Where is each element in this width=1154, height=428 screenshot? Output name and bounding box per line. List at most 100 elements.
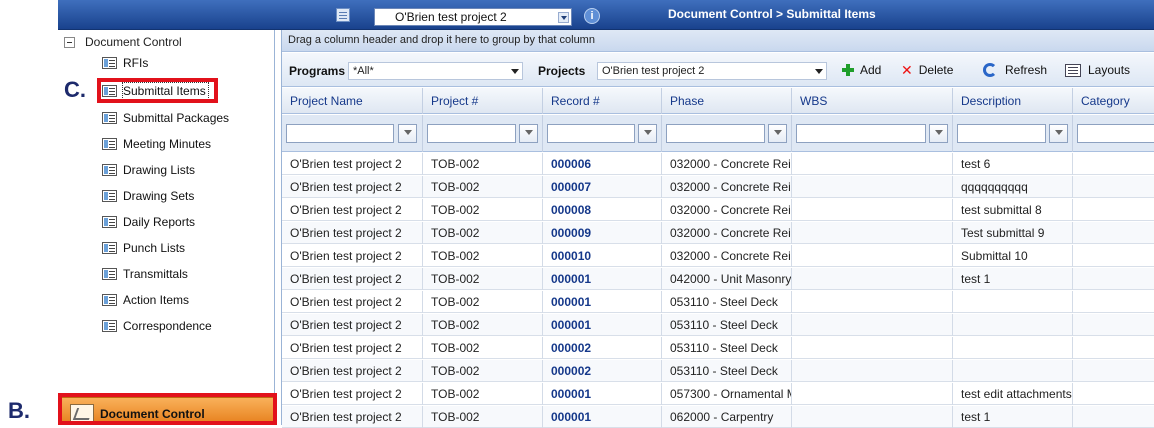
cell-wbs: [792, 245, 953, 267]
cell-project-number: TOB-002: [423, 199, 543, 221]
sidebar-item-submittal-packages[interactable]: Submittal Packages: [102, 109, 229, 127]
cell-project-name: O'Brien test project 2: [282, 268, 423, 290]
column-header-phase[interactable]: Phase: [662, 88, 792, 114]
cell-project-number: TOB-002: [423, 383, 543, 405]
cell-phase: 042000 - Unit Masonry: [662, 268, 792, 290]
cell-record-number[interactable]: 000009: [543, 222, 662, 244]
table-row[interactable]: O'Brien test project 2 TOB-002 000006 03200…: [282, 153, 1154, 175]
grid-icon[interactable]: [336, 8, 350, 22]
filter-icon[interactable]: [768, 124, 787, 143]
column-header-description[interactable]: Description: [953, 88, 1073, 114]
projects-label: Projects: [538, 64, 586, 78]
programs-select[interactable]: *All*: [348, 62, 523, 80]
filter-icon[interactable]: [519, 124, 538, 143]
refresh-button[interactable]: Refresh: [983, 63, 1047, 77]
filter-input[interactable]: [796, 124, 926, 143]
cell-project-name: O'Brien test project 2: [282, 245, 423, 267]
filter-input[interactable]: [957, 124, 1046, 143]
cell-project-number: TOB-002: [423, 337, 543, 359]
cell-project-number: TOB-002: [423, 222, 543, 244]
cell-phase: 032000 - Concrete Rei: [662, 153, 792, 175]
cell-wbs: [792, 314, 953, 336]
cell-record-number[interactable]: 000006: [543, 153, 662, 175]
table-row[interactable]: O'Brien test project 2 TOB-002 000002 05311…: [282, 337, 1154, 359]
filter-cell: [1073, 115, 1154, 152]
collapse-icon[interactable]: [64, 36, 75, 48]
chevron-down-icon[interactable]: [509, 65, 521, 77]
callout-b-label: B.: [8, 398, 30, 423]
filter-icon[interactable]: [929, 124, 948, 143]
filter-icon[interactable]: [398, 124, 417, 143]
tree-root[interactable]: Document Control: [64, 34, 182, 50]
column-header-wbs[interactable]: WBS: [792, 88, 953, 114]
cell-record-number[interactable]: 000001: [543, 314, 662, 336]
cell-wbs: [792, 337, 953, 359]
filter-icon[interactable]: [1049, 124, 1068, 143]
main-panel: Drag a column header and drop it here to…: [281, 30, 1154, 428]
filter-input[interactable]: [547, 124, 635, 143]
cell-record-number[interactable]: 000010: [543, 245, 662, 267]
sidebar-item-drawing-sets[interactable]: Drawing Sets: [102, 187, 194, 205]
filter-cell: [543, 115, 662, 152]
sidebar-item-punch-lists[interactable]: Punch Lists: [102, 239, 185, 257]
sidebar-item-transmittals[interactable]: Transmittals: [102, 265, 188, 283]
cell-record-number[interactable]: 000008: [543, 199, 662, 221]
cell-record-number[interactable]: 000002: [543, 360, 662, 382]
filter-input[interactable]: [427, 124, 516, 143]
cell-record-number[interactable]: 000007: [543, 176, 662, 198]
filter-icon[interactable]: [638, 124, 657, 143]
table-row[interactable]: O'Brien test project 2 TOB-002 000001 05311…: [282, 291, 1154, 313]
layouts-button[interactable]: Layouts: [1065, 63, 1130, 77]
cell-project-number: TOB-002: [423, 245, 543, 267]
sidebar-item-rfis[interactable]: RFIs: [102, 54, 148, 72]
cell-record-number[interactable]: 000002: [543, 337, 662, 359]
table-row[interactable]: O'Brien test project 2 TOB-002 000001 05311…: [282, 314, 1154, 336]
group-by-drop-zone[interactable]: Drag a column header and drop it here to…: [282, 30, 1154, 52]
sidebar-item-correspondence[interactable]: Correspondence: [102, 317, 212, 335]
filter-input[interactable]: [1077, 124, 1154, 143]
help-icon[interactable]: i: [584, 8, 600, 24]
chevron-down-icon[interactable]: [813, 65, 825, 77]
cell-record-number[interactable]: 000001: [543, 268, 662, 290]
table-row[interactable]: O'Brien test project 2 TOB-002 000010 03200…: [282, 245, 1154, 267]
filter-input[interactable]: [666, 124, 765, 143]
column-header-project-name[interactable]: Project Name: [282, 88, 423, 114]
table-row[interactable]: O'Brien test project 2 TOB-002 000009 03200…: [282, 222, 1154, 244]
cell-record-number[interactable]: 000001: [543, 383, 662, 405]
project-select[interactable]: O'Brien test project 2: [374, 8, 572, 26]
page-title: Document Control > Submittal Items: [668, 7, 876, 21]
column-header-project-number[interactable]: Project #: [423, 88, 543, 114]
cell-project-name: O'Brien test project 2: [282, 337, 423, 359]
cell-project-number: TOB-002: [423, 176, 543, 198]
cell-category: [1073, 383, 1154, 405]
filter-input[interactable]: [286, 124, 394, 143]
delete-button[interactable]: ✕ Delete: [901, 63, 953, 77]
sidebar-item-daily-reports[interactable]: Daily Reports: [102, 213, 195, 231]
document-list-icon: [102, 268, 117, 280]
cell-record-number[interactable]: 000001: [543, 291, 662, 313]
table-row[interactable]: O'Brien test project 2 TOB-002 000002 05311…: [282, 360, 1154, 382]
projects-select[interactable]: O'Brien test project 2: [597, 62, 827, 80]
table-row[interactable]: O'Brien test project 2 TOB-002 000001 05730…: [282, 383, 1154, 405]
filter-cell: [282, 115, 423, 152]
cell-project-number: TOB-002: [423, 268, 543, 290]
delete-x-icon: ✕: [901, 62, 913, 78]
table-row[interactable]: O'Brien test project 2 TOB-002 000007 03200…: [282, 176, 1154, 198]
column-header-record-number[interactable]: Record #: [543, 88, 662, 114]
chevron-down-icon[interactable]: [558, 12, 569, 23]
sidebar-item-drawing-lists[interactable]: Drawing Lists: [102, 161, 195, 179]
cell-phase: 032000 - Concrete Rei: [662, 176, 792, 198]
sidebar-item-action-items[interactable]: Action Items: [102, 291, 189, 309]
document-list-icon: [102, 294, 117, 306]
toolbar: Programs *All* Projects O'Brien test pro…: [282, 53, 1154, 87]
table-row[interactable]: O'Brien test project 2 TOB-002 000008 03200…: [282, 199, 1154, 221]
cell-category: [1073, 245, 1154, 267]
sidebar-item-meeting-minutes[interactable]: Meeting Minutes: [102, 135, 211, 153]
cell-project-name: O'Brien test project 2: [282, 360, 423, 382]
sidebar-item-label: Drawing Lists: [123, 163, 196, 177]
table-row[interactable]: O'Brien test project 2 TOB-002 000001 04200…: [282, 268, 1154, 290]
column-header-category[interactable]: Category: [1073, 88, 1154, 114]
cell-category: [1073, 176, 1154, 198]
add-button[interactable]: Add: [842, 63, 881, 77]
cell-phase: 057300 - Ornamental M: [662, 383, 792, 405]
